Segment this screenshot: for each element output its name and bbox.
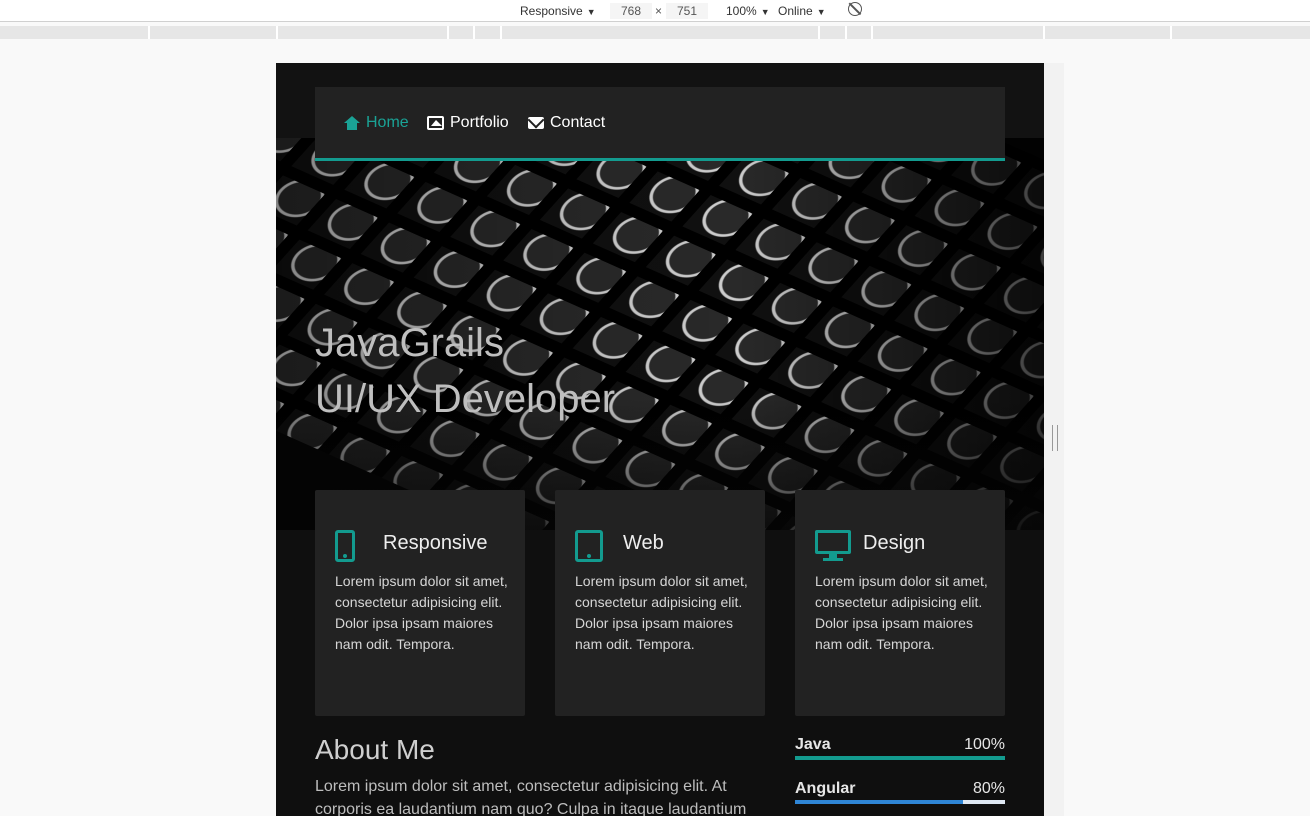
chevron-down-icon: ▼ [760, 7, 770, 17]
home-icon [343, 116, 360, 130]
feature-card-text: Lorem ipsum dolor sit amet, consectetur … [815, 573, 988, 652]
skill-name: Angular [795, 780, 856, 797]
about-title: About Me [315, 734, 435, 765]
nav-item-label: Portfolio [450, 114, 509, 131]
skill-percent: 100% [964, 736, 1005, 753]
nav-item-label: Contact [550, 114, 606, 131]
envelope-icon [528, 117, 544, 129]
hero-title-line2: UI/UX Developer [315, 377, 616, 421]
viewport-width-input[interactable]: 768 [610, 3, 652, 19]
nav-item-portfolio[interactable]: Portfolio [427, 113, 509, 133]
devtools-toolbar: Responsive ▼ 768 × 751 100% ▼ Online ▼ [0, 0, 1310, 22]
feature-card-title: Web [623, 532, 664, 554]
feature-card-responsive: Responsive Lorem ipsum dolor sit amet, c… [315, 490, 525, 716]
chevron-down-icon: ▼ [816, 7, 826, 17]
feature-card-title: Responsive [383, 532, 488, 554]
main-nav: Home Portfolio Contact [315, 87, 1005, 161]
portfolio-icon [427, 116, 444, 130]
network-throttle-select[interactable]: Online ▼ [778, 3, 826, 19]
device-select[interactable]: Responsive ▼ [520, 3, 596, 19]
skill-percent: 80% [972, 780, 1005, 797]
resize-handle[interactable] [1052, 425, 1058, 451]
skill-name: Java [795, 736, 831, 753]
media-query-ruler[interactable] [0, 26, 1310, 39]
skill-progress-bar [795, 756, 1005, 760]
dimension-separator: × [655, 4, 663, 18]
hero-title: JavaGrails UI/UX Developer [315, 315, 615, 427]
skill-progress-bar [795, 800, 1005, 804]
feature-card-text: Lorem ipsum dolor sit amet, consectetur … [335, 573, 508, 652]
nav-item-contact[interactable]: Contact [528, 113, 605, 133]
about-text: Lorem ipsum dolor sit amet, consectetur … [315, 778, 747, 816]
network-select-label: Online [778, 4, 813, 18]
zoom-select-label: 100% [726, 4, 757, 18]
hero-title-line1: JavaGrails [315, 321, 504, 365]
zoom-select[interactable]: 100% ▼ [726, 3, 770, 19]
nav-item-label: Home [366, 114, 409, 131]
device-select-label: Responsive [520, 4, 583, 18]
feature-card-design: Design Lorem ipsum dolor sit amet, conse… [795, 490, 1005, 716]
emulated-viewport: Home Portfolio Contact JavaGrails UI/UX … [276, 63, 1044, 816]
desktop-icon [815, 530, 851, 562]
tablet-icon [575, 530, 603, 562]
viewport-height-input[interactable]: 751 [666, 3, 708, 19]
skill-progress-fill [795, 756, 1005, 760]
chevron-down-icon: ▼ [586, 7, 596, 17]
nav-item-home[interactable]: Home [343, 113, 409, 133]
skill-progress-fill [795, 800, 963, 804]
feature-card-web: Web Lorem ipsum dolor sit amet, consecte… [555, 490, 765, 716]
feature-card-title: Design [863, 532, 926, 554]
mobile-icon [335, 530, 355, 562]
rotate-icon[interactable] [848, 2, 862, 16]
feature-card-text: Lorem ipsum dolor sit amet, consectetur … [575, 573, 748, 652]
